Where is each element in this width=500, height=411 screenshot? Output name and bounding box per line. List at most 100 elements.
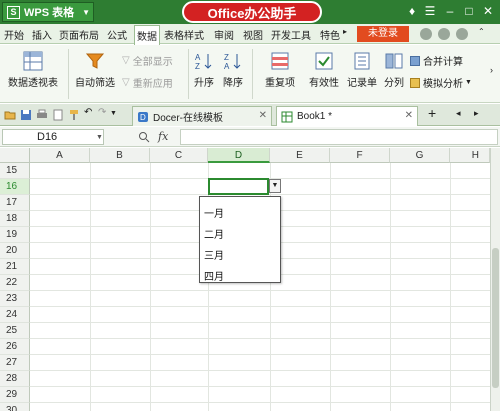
- row-header[interactable]: 16: [0, 179, 30, 195]
- column-header-c[interactable]: C: [150, 148, 208, 163]
- zoom-icon[interactable]: [138, 131, 150, 143]
- active-cell-d16[interactable]: [208, 178, 269, 195]
- save-icon[interactable]: [20, 109, 32, 121]
- menu-more-icon[interactable]: ▸: [343, 27, 347, 36]
- column-header-d[interactable]: D: [208, 148, 270, 163]
- column-header-f[interactable]: F: [330, 148, 390, 163]
- column-header-g[interactable]: G: [390, 148, 450, 163]
- menu-formula[interactable]: 公式: [107, 27, 127, 42]
- open-folder-icon[interactable]: [4, 109, 16, 121]
- validity-button[interactable]: 有效性: [306, 51, 342, 89]
- ribbon-divider: [252, 49, 253, 99]
- app-menu-button[interactable]: S WPS 表格 ▼: [2, 2, 94, 22]
- fx-icon[interactable]: fx: [158, 130, 168, 143]
- app-title: WPS 表格: [24, 7, 75, 19]
- column-header-h[interactable]: H: [450, 148, 490, 163]
- reapply-label: 重新应用: [132, 79, 173, 90]
- dropdown-option[interactable]: 二月: [204, 226, 224, 241]
- chevron-down-icon[interactable]: ▼: [96, 134, 103, 141]
- menu-page-layout[interactable]: 页面布局: [59, 27, 99, 42]
- maximize-icon[interactable]: □: [461, 3, 477, 19]
- row-header[interactable]: 15: [0, 163, 30, 179]
- sort-ascending-button[interactable]: AZ 升序: [192, 51, 216, 89]
- undo-icon[interactable]: ↶: [84, 107, 96, 119]
- ribbon-scroll-icon[interactable]: ›: [490, 65, 493, 75]
- menu-developer[interactable]: 开发工具: [271, 27, 311, 42]
- name-box[interactable]: D16: [2, 129, 104, 145]
- menu-home[interactable]: 开始: [4, 27, 24, 42]
- sort-descending-button[interactable]: ZA 降序: [220, 51, 246, 89]
- split-column-button[interactable]: 分列: [382, 51, 406, 89]
- menu-data[interactable]: 数据: [134, 25, 160, 46]
- show-all-button[interactable]: ▽ 全部显示: [122, 53, 173, 68]
- feedback-icon[interactable]: [438, 28, 450, 40]
- row-header[interactable]: 27: [0, 355, 30, 371]
- row-header[interactable]: 23: [0, 291, 30, 307]
- dropdown-option[interactable]: 四月: [204, 268, 224, 283]
- spreadsheet-grid[interactable]: A B C D E F G H 15 16 17 18 19 20 21 22 23 24 25 26…: [0, 148, 500, 411]
- ribbon-collapse-icon[interactable]: ⌃: [478, 27, 485, 36]
- tab-scroll-left-icon[interactable]: ◂: [456, 108, 468, 120]
- menu-review[interactable]: 审阅: [214, 27, 234, 42]
- row-header[interactable]: 24: [0, 307, 30, 323]
- minimize-icon[interactable]: –: [442, 3, 458, 19]
- column-header-e[interactable]: E: [270, 148, 330, 163]
- menu-icon[interactable]: ☰: [422, 3, 438, 19]
- close-icon[interactable]: ✕: [405, 110, 413, 121]
- row-header[interactable]: 18: [0, 211, 30, 227]
- menu-table-style[interactable]: 表格样式: [164, 27, 204, 42]
- close-icon[interactable]: ✕: [259, 110, 267, 121]
- redo-icon[interactable]: ↷: [98, 107, 110, 119]
- skin-icon[interactable]: ♦: [404, 3, 420, 19]
- consolidate-button[interactable]: 合并计算: [410, 53, 463, 68]
- chevron-down-icon: ▼: [465, 79, 472, 86]
- settings-icon[interactable]: [456, 28, 468, 40]
- row-header[interactable]: 19: [0, 227, 30, 243]
- help-icon[interactable]: [420, 28, 432, 40]
- tab-scroll-right-icon[interactable]: ▸: [474, 108, 486, 120]
- row-gridline: [30, 322, 490, 323]
- close-icon[interactable]: ✕: [480, 3, 496, 19]
- print-icon[interactable]: [36, 109, 48, 121]
- new-tab-icon[interactable]: +: [428, 105, 440, 121]
- login-button[interactable]: 未登录: [357, 26, 409, 42]
- row-header[interactable]: 20: [0, 243, 30, 259]
- duplicates-button[interactable]: 重复项: [258, 51, 302, 89]
- tab-book1[interactable]: Book1 * ✕: [276, 106, 418, 126]
- record-form-button[interactable]: 记录单: [344, 51, 380, 89]
- menu-insert[interactable]: 插入: [32, 27, 52, 42]
- validity-icon: [315, 52, 333, 70]
- format-painter-icon[interactable]: [68, 109, 80, 121]
- column-header-a[interactable]: A: [30, 148, 90, 163]
- filter-icon: [85, 53, 105, 69]
- row-header[interactable]: 30: [0, 403, 30, 411]
- print-preview-icon[interactable]: [52, 109, 64, 121]
- row-header[interactable]: 26: [0, 339, 30, 355]
- ribbon-divider: [68, 49, 69, 99]
- vertical-scrollbar[interactable]: [490, 148, 500, 411]
- dropdown-arrow-button[interactable]: ▼: [269, 179, 281, 193]
- auto-filter-button[interactable]: 自动筛选: [72, 51, 118, 89]
- reapply-icon: ▽: [122, 77, 130, 88]
- row-header[interactable]: 22: [0, 275, 30, 291]
- validation-dropdown-list: 一月 二月 三月 四月: [199, 196, 281, 283]
- select-all-corner[interactable]: [0, 148, 30, 163]
- tab-docer-label: Docer-在线模板: [153, 113, 224, 124]
- tab-docer-templates[interactable]: D Docer-在线模板 ✕: [132, 106, 272, 126]
- row-header[interactable]: 28: [0, 371, 30, 387]
- row-header[interactable]: 29: [0, 387, 30, 403]
- what-if-analysis-button[interactable]: 模拟分析 ▼: [410, 75, 472, 90]
- row-header[interactable]: 25: [0, 323, 30, 339]
- row-header[interactable]: 17: [0, 195, 30, 211]
- menu-view[interactable]: 视图: [243, 27, 263, 42]
- row-header[interactable]: 21: [0, 259, 30, 275]
- scrollbar-thumb[interactable]: [492, 248, 499, 388]
- column-header-b[interactable]: B: [90, 148, 150, 163]
- pivot-table-button[interactable]: 数据透视表: [4, 51, 62, 89]
- dropdown-option[interactable]: 三月: [204, 247, 224, 262]
- reapply-button[interactable]: ▽ 重新应用: [122, 75, 173, 90]
- quick-access-dropdown-icon[interactable]: ▼: [110, 110, 122, 122]
- formula-input[interactable]: [180, 129, 498, 145]
- dropdown-option[interactable]: 一月: [204, 205, 224, 220]
- menu-special[interactable]: 特色: [320, 27, 340, 42]
